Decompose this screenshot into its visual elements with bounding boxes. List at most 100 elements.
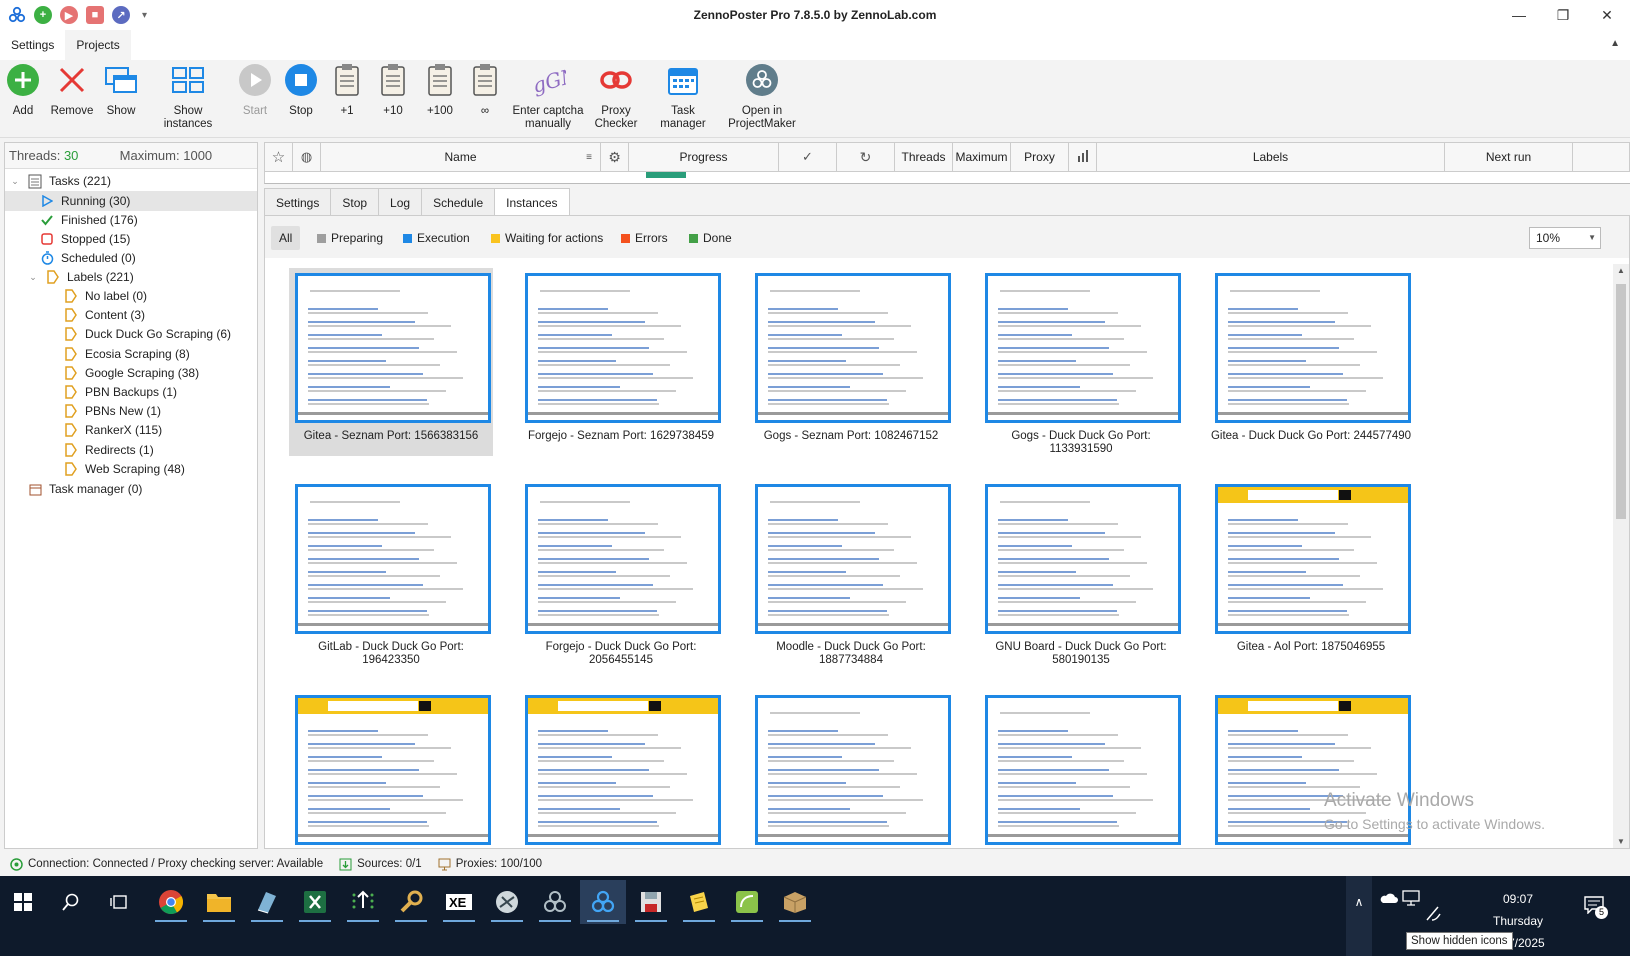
filter-errors[interactable]: Errors [621, 226, 668, 250]
instance-screenshot[interactable] [295, 484, 491, 634]
collapse-ribbon-icon[interactable]: ▲ [1610, 38, 1620, 49]
menu-tab-settings[interactable]: Settings [0, 30, 65, 60]
quick-stats-icon[interactable]: ↗ [112, 6, 130, 24]
scroll-up-icon[interactable]: ▲ [1617, 266, 1625, 275]
tree-label-item[interactable]: Content (3) [63, 305, 145, 325]
upload-tool-icon[interactable] [340, 880, 386, 924]
notifications-button[interactable]: 5 [1584, 896, 1608, 920]
task-view-icon[interactable] [96, 880, 142, 924]
menu-tab-projects[interactable]: Projects [65, 30, 131, 60]
instance-card[interactable]: Moodle - Duck Duck Go Port: 1887734884 [749, 479, 953, 667]
filter-execution[interactable]: Execution [403, 226, 470, 250]
tree-label-item[interactable]: Ecosia Scraping (8) [63, 344, 190, 364]
projectmaker-taskbar-icon[interactable] [532, 880, 578, 924]
column-maximum[interactable]: Maximum [953, 143, 1011, 171]
stats-column[interactable] [1069, 143, 1097, 171]
tab-settings[interactable]: Settings [264, 188, 332, 216]
pen-tablet-icon[interactable] [1424, 904, 1442, 925]
instance-screenshot[interactable] [525, 273, 721, 423]
search-icon[interactable] [48, 880, 94, 924]
column-proxy[interactable]: Proxy [1011, 143, 1069, 171]
package-box-icon[interactable] [772, 880, 818, 924]
tree-label-item[interactable]: PBNs New (1) [63, 401, 161, 421]
stop-button[interactable]: Stop [284, 62, 318, 118]
start-button[interactable]: Start [236, 62, 274, 118]
proxy-checker-button[interactable]: Proxy Checker [590, 62, 642, 131]
tab-instances[interactable]: Instances [495, 188, 570, 216]
windows-start-icon[interactable] [0, 880, 46, 924]
tree-label-item[interactable]: Duck Duck Go Scraping (6) [63, 324, 231, 344]
tree-label-item[interactable]: Redirects (1) [63, 440, 154, 460]
quick-stop-icon[interactable]: ■ [86, 6, 104, 24]
plus-hundred-button[interactable]: +100 [424, 62, 456, 118]
scrollbar-thumb[interactable] [1616, 284, 1626, 519]
filter-done[interactable]: Done [689, 226, 732, 250]
show-instances-button[interactable]: Show instances [148, 62, 228, 131]
quick-access-dropdown-icon[interactable]: ▾ [142, 10, 147, 21]
instance-screenshot[interactable] [755, 273, 951, 423]
tab-stop[interactable]: Stop [331, 188, 380, 216]
remove-button[interactable]: Remove [50, 62, 94, 118]
column-progress[interactable]: Progress [629, 143, 779, 171]
tree-scheduled[interactable]: Scheduled (0) [39, 248, 136, 268]
chrome-icon[interactable] [148, 880, 194, 924]
success-column[interactable]: ✓ [779, 143, 837, 171]
instance-card[interactable]: Gitea - Duck Duck Go Port: 244577490 [1209, 268, 1413, 456]
tree-label-item[interactable]: RankerX (115) [63, 420, 162, 440]
tree-tasks[interactable]: ⌄ Tasks (221) [9, 171, 253, 191]
instance-screenshot[interactable] [1215, 484, 1411, 634]
instance-card[interactable]: GNU Board - Duck Duck Go Port: 580190135 [979, 479, 1183, 667]
tree-label-item[interactable]: Web Scraping (48) [63, 459, 185, 479]
tree-running[interactable]: Running (30) [5, 191, 257, 211]
tree-task-manager[interactable]: Task manager (0) [27, 479, 142, 499]
restore-button[interactable]: ❐ [1540, 0, 1586, 30]
minimize-button[interactable]: — [1496, 0, 1542, 30]
instance-screenshot[interactable] [1215, 273, 1411, 423]
collapse-arrow-icon[interactable]: ⌄ [9, 171, 21, 191]
add-button[interactable]: Add [6, 62, 40, 118]
column-next-run[interactable]: Next run [1445, 143, 1573, 171]
favorite-column[interactable]: ☆ [265, 143, 293, 171]
task-grid-row[interactable] [264, 172, 1630, 184]
instance-screenshot[interactable] [525, 484, 721, 634]
tree-label-item[interactable]: No label (0) [63, 286, 147, 306]
settings-column[interactable]: ⚙ [601, 143, 629, 171]
instance-screenshot[interactable] [755, 484, 951, 634]
task-manager-button[interactable]: Task manager [648, 62, 718, 131]
status-column[interactable]: ◍ [293, 143, 321, 171]
filter-all[interactable]: All [271, 226, 301, 250]
instance-screenshot[interactable] [985, 484, 1181, 634]
file-explorer-icon[interactable] [196, 880, 242, 924]
instance-card[interactable]: Gitea - Seznam Port: 1566383156 [289, 268, 493, 456]
enter-captcha-button[interactable]: gGN Enter captcha manually [512, 62, 584, 131]
repeat-column[interactable]: ↻ [837, 143, 895, 171]
collapse-arrow-icon[interactable]: ⌄ [27, 267, 39, 287]
tree-finished[interactable]: Finished (176) [39, 210, 138, 230]
vertical-scrollbar[interactable]: ▲ ▼ [1613, 264, 1629, 848]
instance-card[interactable] [979, 690, 1183, 848]
zennoposter-taskbar-icon[interactable] [580, 880, 626, 924]
wrench-tool-icon[interactable] [388, 880, 434, 924]
save-disk-icon[interactable] [628, 880, 674, 924]
instance-screenshot[interactable] [985, 695, 1181, 845]
notebook-app-icon[interactable] [244, 880, 290, 924]
show-hidden-icons-chevron[interactable]: ∧ [1346, 876, 1372, 956]
quick-add-icon[interactable]: + [34, 6, 52, 24]
network-display-icon[interactable] [1402, 890, 1420, 909]
instance-card[interactable]: Gitea - Aol Port: 1875046955 [1209, 479, 1413, 667]
instance-screenshot[interactable] [755, 695, 951, 845]
show-button[interactable]: Show [102, 62, 140, 118]
plus-ten-button[interactable]: +10 [378, 62, 408, 118]
quick-start-icon[interactable]: ▶ [60, 6, 78, 24]
column-threads[interactable]: Threads [895, 143, 953, 171]
instance-card[interactable]: Gogs - Seznam Port: 1082467152 [749, 268, 953, 456]
instance-card[interactable] [749, 690, 953, 848]
plus-one-button[interactable]: +1 [332, 62, 362, 118]
tree-stopped[interactable]: Stopped (15) [39, 229, 130, 249]
filter-waiting-for-actions[interactable]: Waiting for actions [491, 226, 603, 250]
onedrive-cloud-icon[interactable] [1380, 892, 1398, 907]
column-name[interactable]: Name ≡ [321, 143, 601, 171]
instance-card[interactable]: Forgejo - Duck Duck Go Port: 2056455145 [519, 479, 723, 667]
instance-screenshot[interactable] [525, 695, 721, 845]
tab-log[interactable]: Log [379, 188, 423, 216]
